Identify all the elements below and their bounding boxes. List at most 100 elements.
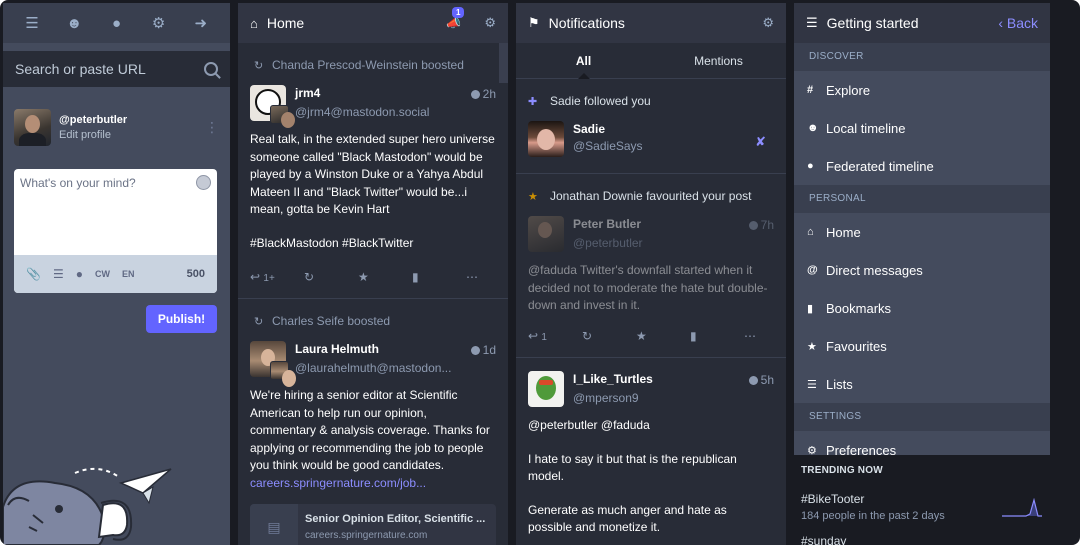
search-icon[interactable] xyxy=(204,62,218,76)
compose-textarea[interactable] xyxy=(20,176,190,246)
menu-item-lists[interactable]: ☰ Lists xyxy=(794,365,1050,403)
more-button[interactable]: ⋯ xyxy=(466,270,496,284)
reply-count: 1+ xyxy=(263,273,275,284)
emoji-picker-icon[interactable] xyxy=(196,175,211,190)
follow-notification[interactable]: ✚ Sadie followed you Sadie @SadieSays ✘ xyxy=(516,79,786,174)
status-time[interactable]: 5h xyxy=(748,373,774,387)
reply-button[interactable]: ↩ 1 xyxy=(528,329,558,343)
status-time[interactable]: 2h xyxy=(470,87,496,101)
account-handle[interactable]: @laurahelmuth@mastodon... xyxy=(295,361,451,375)
favourite-button[interactable]: ★ xyxy=(358,270,388,284)
bookmark-button[interactable]: ▮ xyxy=(690,329,720,343)
page-scrollbar[interactable] xyxy=(1050,3,1060,545)
display-name[interactable]: jrm4 xyxy=(295,86,429,100)
public-globe-icon xyxy=(748,375,758,385)
menu-item-direct-messages[interactable]: @ Direct messages xyxy=(794,251,1050,289)
attachment-icon[interactable]: 📎 xyxy=(26,267,41,281)
relative-time: 5h xyxy=(760,373,774,387)
account-handle[interactable]: @SadieSays xyxy=(573,139,643,153)
column-settings-icon[interactable]: ⚙ xyxy=(484,15,496,31)
notifications-column-header[interactable]: ⚑ Notifications ⚙ xyxy=(516,3,786,43)
booster-avatar xyxy=(270,105,295,128)
more-options-icon[interactable]: ⋮ xyxy=(205,119,219,136)
link-preview-card[interactable]: ▤ Senior Opinion Editor, Scientific ... … xyxy=(250,504,496,545)
favourite-button[interactable]: ★ xyxy=(636,329,666,343)
logout-icon[interactable]: ➜ xyxy=(190,14,212,32)
status-item[interactable]: ↻ Charles Seife boosted Laura Helmuth @l… xyxy=(238,299,508,545)
getting-started-column: ☰ Getting started ‹ Back DISCOVER # Expl… xyxy=(794,3,1050,545)
globe-icon[interactable]: ● xyxy=(105,15,127,32)
favourited-status[interactable]: Peter Butler @peterbutler 7h @faduda Twi… xyxy=(528,216,774,357)
avatar[interactable] xyxy=(14,108,51,146)
notification-text: Sadie followed you xyxy=(550,94,651,108)
publish-button[interactable]: Publish! xyxy=(146,305,217,333)
back-button[interactable]: ‹ Back xyxy=(998,3,1038,43)
language-button[interactable]: EN xyxy=(122,269,135,279)
tab-all[interactable]: All xyxy=(516,43,651,79)
status-item[interactable]: ↻ Chanda Prescod-Weinstein boosted jrm4 … xyxy=(238,43,508,299)
more-button[interactable]: ⋯ xyxy=(744,329,774,343)
menu-item-home[interactable]: ⌂ Home xyxy=(794,213,1050,251)
boost-button[interactable]: ↻ xyxy=(582,329,612,343)
people-icon[interactable]: ☻ xyxy=(63,15,85,32)
display-name[interactable]: Peter Butler xyxy=(573,217,643,231)
edit-profile-link[interactable]: Edit profile xyxy=(59,129,127,141)
home-column-header[interactable]: ⌂ Home 📣 1 ⚙ xyxy=(238,3,508,43)
bookmark-button[interactable]: ▮ xyxy=(412,270,442,284)
menu-item-favourites[interactable]: ★ Favourites xyxy=(794,327,1050,365)
trending-item[interactable]: #sunday xyxy=(794,522,1050,545)
display-name[interactable]: Sadie xyxy=(573,122,643,136)
account-handle[interactable]: @peterbutler xyxy=(573,236,643,250)
unfollow-icon[interactable]: ✘ xyxy=(755,134,766,150)
scrollbar[interactable] xyxy=(499,43,508,83)
status-link[interactable]: careers.springernature.com/job... xyxy=(250,475,496,493)
account-handle[interactable]: @jrm4@mastodon.social xyxy=(295,105,429,119)
display-name[interactable]: Laura Helmuth xyxy=(295,342,451,356)
menu-item-explore[interactable]: # Explore xyxy=(794,71,1050,109)
section-discover: DISCOVER xyxy=(794,43,1050,71)
public-globe-icon xyxy=(470,89,480,99)
menu-item-bookmarks[interactable]: ▮ Bookmarks xyxy=(794,289,1050,327)
account-info: @peterbutler Edit profile xyxy=(59,114,127,141)
avatar[interactable] xyxy=(528,216,564,252)
section-personal: PERSONAL xyxy=(794,185,1050,213)
reply-button[interactable]: ↩ 1+ xyxy=(250,270,280,284)
gear-icon[interactable]: ⚙ xyxy=(148,14,170,32)
menu-item-preferences[interactable]: ⚙ Preferences xyxy=(794,431,1050,456)
menu-item-label: Lists xyxy=(826,376,853,392)
mention-notification[interactable]: I_Like_Turtles @mperson9 5h @peterbutler… xyxy=(516,371,786,545)
column-title: Notifications xyxy=(548,15,625,31)
status-author: Laura Helmuth @laurahelmuth@mastodon... … xyxy=(250,341,496,387)
search-input[interactable] xyxy=(15,61,204,77)
author-names: Laura Helmuth @laurahelmuth@mastodon... xyxy=(295,341,451,377)
home-column: ⌂ Home 📣 1 ⚙ ↻ Chanda Prescod-Weinstein … xyxy=(238,3,508,545)
trending-item[interactable]: #BikeTooter 184 people in the past 2 day… xyxy=(794,476,1050,522)
status-time[interactable]: 7h xyxy=(748,218,774,232)
status-time[interactable]: 1d xyxy=(470,343,496,357)
display-name[interactable]: I_Like_Turtles xyxy=(573,372,653,386)
menu-item-local-timeline[interactable]: ☻ Local timeline xyxy=(794,109,1050,147)
visibility-globe-icon[interactable]: ● xyxy=(76,267,83,281)
boost-button[interactable]: ↻ xyxy=(304,270,334,284)
account-handle[interactable]: @peterbutler xyxy=(59,114,127,126)
menu-item-federated-timeline[interactable]: ● Federated timeline xyxy=(794,147,1050,185)
status-mentions[interactable]: @peterbutler @faduda xyxy=(528,417,774,435)
poll-icon[interactable]: ☰ xyxy=(53,267,64,281)
status-actions: ↩ 1+ ↻ ★ ▮ ⋯ xyxy=(250,268,496,298)
status-content: Real talk, in the extended super hero un… xyxy=(250,131,496,252)
avatar[interactable] xyxy=(528,121,564,157)
boost-indicator: ↻ Charles Seife boosted xyxy=(250,299,496,328)
tab-mentions[interactable]: Mentions xyxy=(651,43,786,78)
trend-hashtag[interactable]: #sunday xyxy=(801,534,1050,545)
content-warning-button[interactable]: CW xyxy=(95,269,110,279)
favourite-notification[interactable]: ★ Jonathan Downie favourited your post P… xyxy=(516,174,786,358)
status-content: @peterbutler @faduda I hate to say it bu… xyxy=(528,417,774,537)
status-hashtags[interactable]: #BlackMastodon #BlackTwitter xyxy=(250,235,496,253)
avatar[interactable] xyxy=(528,371,564,407)
menu-icon[interactable]: ☰ xyxy=(21,14,43,32)
boosted-by-text[interactable]: Chanda Prescod-Weinstein boosted xyxy=(272,58,464,72)
boosted-by-text[interactable]: Charles Seife boosted xyxy=(272,314,390,328)
announcements-icon[interactable]: 📣 xyxy=(446,16,461,30)
column-settings-icon[interactable]: ⚙ xyxy=(762,15,774,31)
account-handle[interactable]: @mperson9 xyxy=(573,391,653,405)
